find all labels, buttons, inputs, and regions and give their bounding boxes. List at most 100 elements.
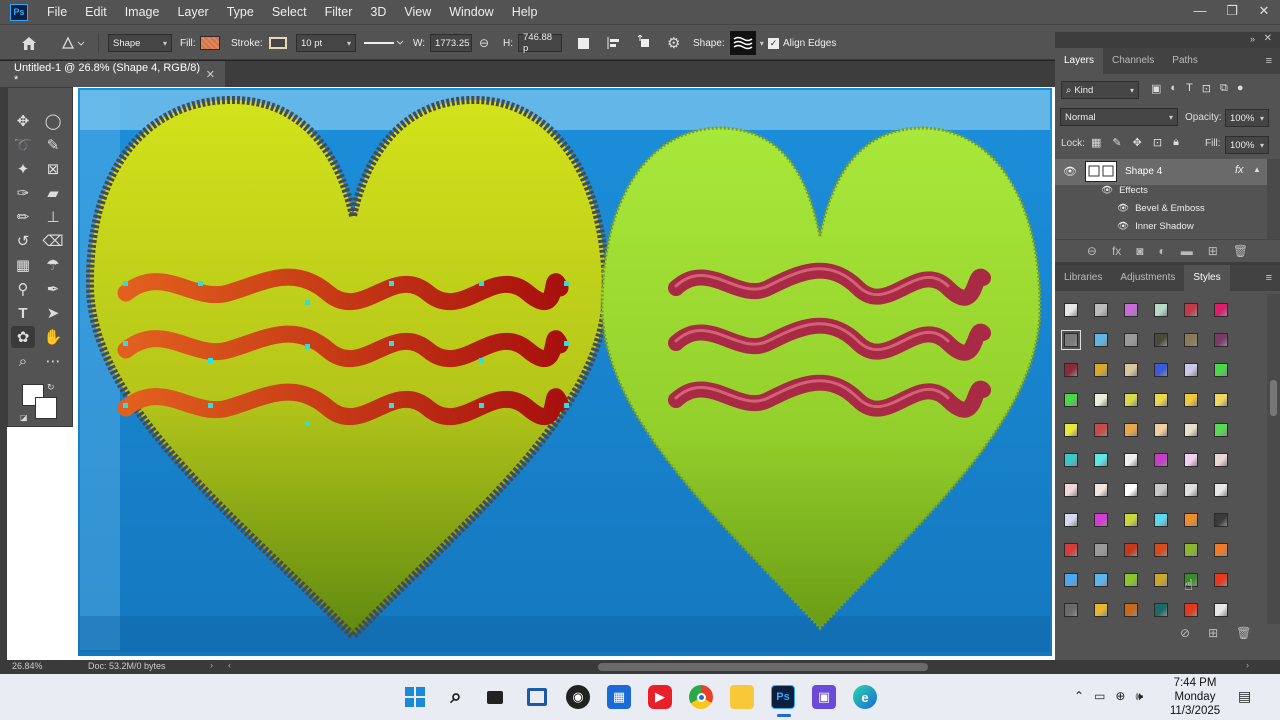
pixel-filter-icon[interactable]: ▣	[1151, 82, 1161, 95]
move-tool-icon[interactable]: ✥	[11, 110, 35, 132]
style-swatch[interactable]	[1124, 513, 1138, 527]
menu-image[interactable]: Image	[116, 0, 169, 24]
style-swatch[interactable]	[1064, 303, 1078, 317]
style-swatch[interactable]	[1154, 513, 1168, 527]
menu-filter[interactable]: Filter	[316, 0, 362, 24]
style-swatch[interactable]	[1061, 330, 1081, 350]
collapse-effects-icon[interactable]: ▲	[1253, 165, 1261, 174]
link-icon[interactable]: ⊖	[479, 33, 489, 53]
document-tab[interactable]: Untitled-1 @ 26.8% (Shape 4, RGB/8) * ✕	[0, 61, 225, 87]
close-panel-icon[interactable]: ✕	[1264, 33, 1272, 44]
status-arrow-icon[interactable]: ›	[210, 660, 213, 670]
style-swatch[interactable]	[1154, 393, 1168, 407]
menu-select[interactable]: Select	[263, 0, 316, 24]
height-input[interactable]: 746.88 p	[518, 32, 562, 54]
style-swatch[interactable]	[1184, 363, 1198, 377]
style-swatch[interactable]	[1124, 453, 1138, 467]
styles-menu-icon[interactable]: ≡	[1266, 272, 1272, 284]
style-swatch[interactable]	[1184, 423, 1198, 437]
scroll-left-icon[interactable]: ‹	[228, 660, 231, 670]
tab-layers[interactable]: Layers	[1055, 48, 1104, 74]
add-style-icon[interactable]: fx	[1112, 244, 1121, 258]
background-color[interactable]	[35, 397, 57, 419]
style-swatch[interactable]	[1124, 573, 1138, 587]
history-brush-icon[interactable]: ↺	[11, 230, 35, 252]
style-swatch[interactable]	[1214, 453, 1228, 467]
tab-styles[interactable]: Styles	[1184, 265, 1230, 291]
width-input[interactable]: 1773.25	[430, 34, 473, 52]
style-swatch[interactable]	[1094, 363, 1108, 377]
layers-menu-icon[interactable]: ≡	[1266, 55, 1272, 67]
effects-row[interactable]: 👁︎ Effects	[1101, 185, 1148, 196]
path-alignment-icon[interactable]	[606, 33, 622, 53]
restore-button[interactable]: ❐	[1216, 0, 1248, 24]
style-swatch[interactable]	[1184, 453, 1198, 467]
adjustment-filter-icon[interactable]: ◐	[1170, 82, 1177, 95]
style-swatch[interactable]	[1064, 603, 1078, 617]
filter-toggle-icon[interactable]: ●	[1237, 82, 1244, 95]
menu-view[interactable]: View	[395, 0, 440, 24]
style-swatch[interactable]	[1124, 603, 1138, 617]
menu-type[interactable]: Type	[218, 0, 263, 24]
shape-tool-icon[interactable]: ✿	[11, 326, 35, 348]
network-icon[interactable]: ⊕	[1115, 689, 1125, 704]
style-swatch[interactable]	[1094, 303, 1108, 317]
style-swatch[interactable]	[1064, 453, 1078, 467]
style-swatch[interactable]	[1094, 333, 1108, 347]
notifications-icon[interactable]: ▤	[1238, 688, 1251, 705]
add-mask-icon[interactable]: ◙	[1136, 244, 1143, 258]
style-swatch[interactable]	[1094, 543, 1108, 557]
volume-icon[interactable]: 🕪︎	[1135, 689, 1143, 704]
zoom-level[interactable]: 26.84%	[12, 661, 43, 671]
dodge-tool-icon[interactable]: ⚲	[11, 278, 35, 300]
style-swatch[interactable]	[1154, 303, 1168, 317]
style-swatch[interactable]	[1094, 423, 1108, 437]
stroke-type-select[interactable]	[362, 33, 406, 53]
path-selection-icon[interactable]: ➤	[41, 302, 65, 324]
fx-badge[interactable]: fx	[1235, 164, 1244, 176]
teams-icon[interactable]: ▣	[812, 685, 836, 709]
lock-all-icon[interactable]: 🔒︎	[1173, 136, 1179, 149]
style-swatch[interactable]	[1094, 573, 1108, 587]
style-swatch[interactable]	[1214, 513, 1228, 527]
style-swatch[interactable]	[1064, 513, 1078, 527]
new-style-icon[interactable]: ⊞	[1208, 626, 1218, 640]
style-swatch[interactable]	[1124, 303, 1138, 317]
style-swatch[interactable]	[1124, 333, 1138, 347]
task-view-icon[interactable]	[483, 685, 507, 709]
style-swatch[interactable]	[1214, 303, 1228, 317]
fill-color-swatch[interactable]	[199, 36, 220, 50]
file-explorer-icon[interactable]	[730, 685, 754, 709]
layer-row-shape4[interactable]: 👁︎ Shape 4 fx ▲	[1055, 159, 1267, 185]
menu-help[interactable]: Help	[503, 0, 547, 24]
clone-stamp-icon[interactable]: ⊥	[41, 206, 65, 228]
blend-mode-select[interactable]: Normal ▾	[1060, 108, 1178, 126]
style-swatch[interactable]	[1214, 333, 1228, 347]
style-swatch[interactable]	[1154, 363, 1168, 377]
smart-filter-icon[interactable]: ⧉	[1220, 82, 1228, 95]
hand-tool-icon[interactable]: ✋	[41, 326, 65, 348]
scroll-right-icon[interactable]: ›	[1246, 660, 1249, 670]
photoshop-icon[interactable]: Ps	[771, 685, 795, 709]
style-swatch[interactable]	[1094, 513, 1108, 527]
clock[interactable]: 7:44 PM Monday 11/3/2025	[1160, 676, 1230, 718]
pen-tool-icon[interactable]: ✒	[41, 278, 65, 300]
quick-select-tool-icon[interactable]: ✎	[41, 134, 65, 156]
close-button[interactable]: ✕	[1248, 0, 1280, 24]
visibility-eye-icon[interactable]: 👁︎	[1063, 165, 1077, 178]
collapse-panels-icon[interactable]: »	[1250, 34, 1255, 44]
delete-style-icon[interactable]: 🗑︎	[1236, 626, 1251, 640]
style-swatch[interactable]	[1214, 393, 1228, 407]
blur-tool-icon[interactable]: ☂	[41, 254, 65, 276]
menu-edit[interactable]: Edit	[76, 0, 116, 24]
style-swatch[interactable]	[1064, 543, 1078, 557]
styles-scrollbar[interactable]	[1267, 294, 1280, 624]
tab-libraries[interactable]: Libraries	[1055, 265, 1111, 291]
style-swatch[interactable]	[1064, 573, 1078, 587]
home-icon[interactable]	[20, 33, 38, 53]
brush-tool-icon[interactable]: ✏	[11, 206, 35, 228]
style-swatch[interactable]	[1214, 423, 1228, 437]
style-swatch[interactable]	[1214, 483, 1228, 497]
new-adjustment-icon[interactable]: ◐	[1159, 244, 1166, 258]
marquee-tool-icon[interactable]: ◯	[41, 110, 65, 132]
